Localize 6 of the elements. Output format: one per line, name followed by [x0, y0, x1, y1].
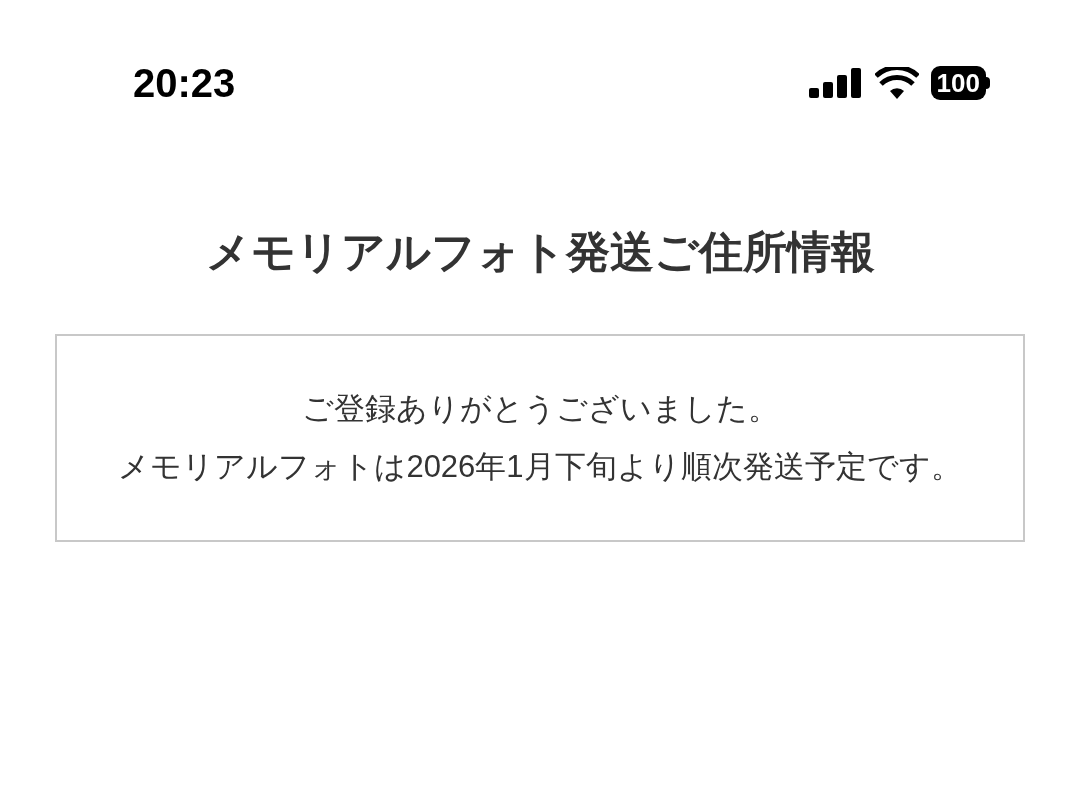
message-text: ご登録ありがとうございました。 [301, 390, 779, 428]
message-text: メモリアルフォトは2026年1月下旬より順次発送予定です。 [118, 448, 962, 486]
signal-icon [808, 67, 863, 98]
wifi-icon [874, 66, 919, 99]
status-time: 20:23 [133, 62, 236, 103]
page-title: メモリアルフォト発送ご住所情報 [204, 230, 876, 274]
